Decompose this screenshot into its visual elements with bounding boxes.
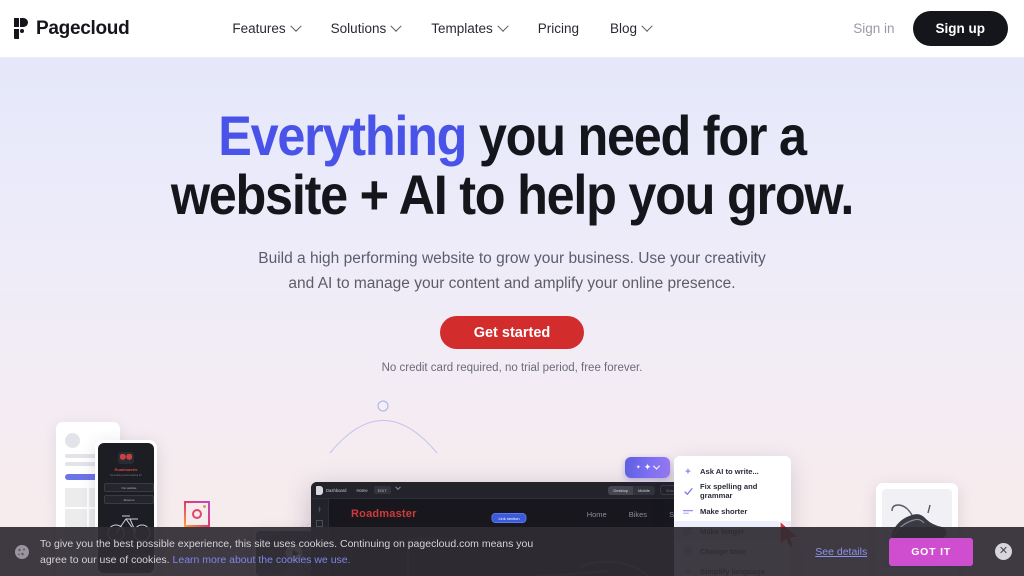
site-brand: Roadmaster [351, 508, 417, 520]
main-navigation: Features Solutions Templates Pricing Blo… [232, 20, 653, 36]
see-details-link[interactable]: See details [815, 546, 867, 558]
nav-label: Templates [431, 21, 493, 36]
editor-page-label[interactable]: Home [357, 488, 368, 493]
chevron-down-icon[interactable] [394, 484, 401, 490]
pin-icon[interactable] [318, 506, 321, 513]
sparkle-icon: ✦ [684, 466, 692, 476]
cookie-accept-button[interactable]: GOT IT [889, 537, 973, 566]
phone-button-label: Our website [121, 485, 137, 490]
cookie-banner-actions: See details GOT IT ✕ [815, 537, 1012, 566]
sign-in-link[interactable]: Sign in [853, 21, 894, 36]
nav-item-pricing[interactable]: Pricing [538, 21, 579, 36]
sparkle-icon: ✦ [643, 462, 652, 472]
site-nav-links: Home Bikes Store [587, 510, 687, 519]
nav-item-solutions[interactable]: Solutions [330, 20, 402, 36]
cookie-consent-banner: To give you the best possible experience… [0, 527, 1024, 576]
editor-toolbar: Dashboard Home EDIT Desktop Mobile Show … [311, 482, 707, 499]
ai-menu-label: Ask AI to write... [700, 466, 759, 476]
viewport-desktop[interactable]: Desktop [608, 485, 634, 495]
lines-short-icon [683, 507, 693, 516]
site-link-home[interactable]: Home [587, 510, 607, 519]
bike-logo-icon [118, 452, 134, 464]
nav-item-blog[interactable]: Blog [610, 20, 653, 36]
hero-section: Everything you need for a website + AI t… [0, 58, 1024, 576]
nav-label: Pricing [537, 21, 580, 36]
viewport-toggle[interactable]: Desktop Mobile [608, 485, 655, 495]
close-icon[interactable]: ✕ [995, 543, 1012, 560]
nav-item-templates[interactable]: Templates [431, 20, 509, 36]
text-placeholder-line [65, 462, 99, 466]
header-actions: Sign in Sign up [853, 11, 1008, 46]
nav-item-features[interactable]: Features [232, 20, 302, 36]
nav-label: Blog [610, 21, 638, 36]
editor-dashboard-label[interactable]: Dashboard [326, 488, 347, 493]
site-link-bikes[interactable]: Bikes [629, 510, 647, 519]
expand-icon[interactable] [316, 520, 323, 527]
ai-menu-label: Fix spelling and grammar [700, 482, 758, 500]
phone-site-subtitle: Something worth waiting for [109, 474, 142, 477]
nav-label: Features [232, 21, 286, 36]
brand-name: Pagecloud [36, 17, 130, 39]
site-header: Pagecloud Features Solutions Templates P… [0, 0, 1024, 58]
chevron-down-icon [390, 20, 402, 32]
instagram-lens [192, 509, 202, 519]
phone-button-website: Our website [104, 483, 154, 492]
viewport-mobile[interactable]: Mobile [633, 486, 655, 495]
pagecloud-logo-icon [14, 18, 29, 39]
ai-menu-label: Make shorter [700, 506, 748, 516]
phone-button-label: About us [123, 497, 135, 502]
brand-logo[interactable]: Pagecloud [14, 17, 130, 40]
cookie-text-line2-prefix: our use of cookies. [81, 553, 173, 566]
phone-button-about: About us [104, 495, 154, 504]
instagram-dot [203, 505, 206, 508]
instagram-icon [184, 501, 210, 527]
sign-up-button[interactable]: Sign up [912, 11, 1008, 46]
ai-menu-item-make-shorter[interactable]: Make shorter [674, 501, 791, 521]
ai-assistant-chip[interactable]: ✦ ✦ [625, 457, 670, 478]
selection-tag: Link section [491, 513, 527, 523]
ai-menu-item-ask-ai[interactable]: ✦ Ask AI to write... [674, 461, 791, 481]
chevron-down-icon [497, 20, 509, 32]
cookie-icon [15, 544, 29, 559]
cookie-learn-more-link[interactable]: Learn more about the cookies we use. [173, 554, 351, 566]
phone-site-title: Roadmaster [114, 467, 138, 472]
nav-label: Solutions [330, 21, 387, 36]
ai-menu-item-fix-spelling[interactable]: Fix spelling and grammar [674, 481, 791, 501]
chevron-down-icon [290, 20, 302, 32]
cookie-banner-text: To give you the best possible experience… [40, 536, 560, 568]
editor-page-pill[interactable]: EDIT [373, 486, 391, 494]
chevron-down-icon [641, 20, 653, 32]
editor-logo-icon [316, 485, 323, 495]
sparkle-icon: ✦ [635, 464, 641, 471]
check-icon [683, 487, 693, 496]
hero-illustration: Roadmaster Something worth waiting for O… [0, 58, 1024, 576]
avatar-placeholder [65, 433, 80, 448]
chevron-down-icon [653, 462, 661, 470]
